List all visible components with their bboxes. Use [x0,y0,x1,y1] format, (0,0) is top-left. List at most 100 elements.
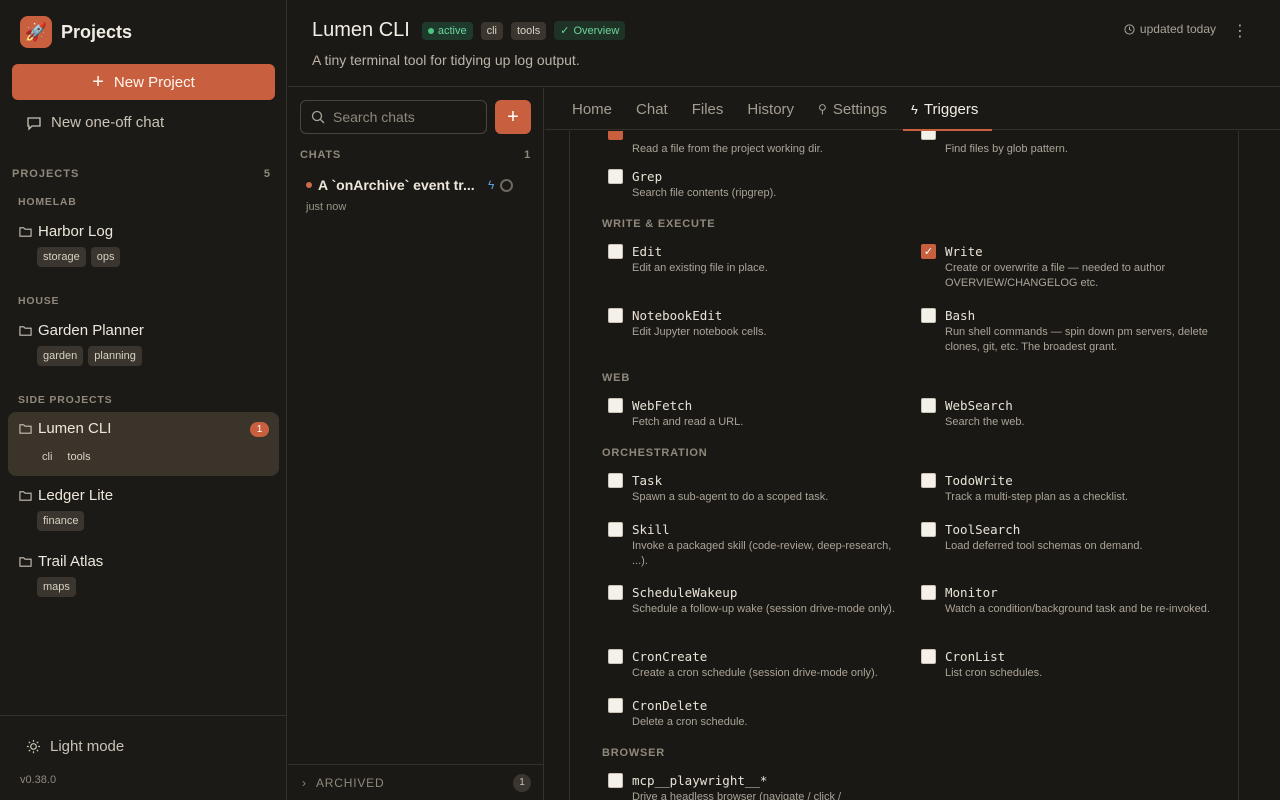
chats-count: 1 [524,149,531,161]
new-one-off-chat-label: New one-off chat [51,114,165,131]
permission-checkbox[interactable] [608,244,623,259]
folder-icon [19,326,32,336]
tab-settings[interactable]: ⚲ Settings [818,88,899,130]
more-options-icon[interactable]: ⋮ [1232,21,1248,41]
sidebar-footer: Light mode v0.38.0 [0,715,287,800]
search-box[interactable] [300,100,487,134]
permission-checkbox[interactable] [608,773,623,788]
sun-icon [26,739,41,754]
tab-triggers[interactable]: ϟ Triggers [903,88,993,131]
permission-name: CronDelete [632,698,708,713]
chats-heading: CHATS 1 [300,149,531,161]
permission-description: Invoke a packaged skill (code-review, de… [632,540,892,567]
permission-checkbox[interactable] [921,585,936,600]
permission-checkbox[interactable] [921,473,936,488]
triggers-panel: Read a file from the project working dir… [545,131,1280,800]
permission-checkbox[interactable] [608,308,623,323]
project-tag: ops [90,247,121,267]
permission-checkbox[interactable] [921,649,936,664]
permission-name: Write [945,244,983,259]
permission-checkbox[interactable] [608,169,623,184]
light-mode-label: Light mode [50,738,125,755]
permission-name: WebSearch [945,398,1013,413]
permission-description: Fetch and read a URL. [632,416,744,428]
chat-time: just now [306,201,347,213]
new-one-off-chat-button[interactable]: New one-off chat [26,114,164,131]
permission-checkbox[interactable] [921,398,936,413]
permission-checkbox[interactable] [608,522,623,537]
permission-checkbox[interactable] [608,398,623,413]
brand-title: Projects [61,21,133,42]
chats-panel: + CHATS 1 A `onArchive` event tr... ϟ ju… [288,88,544,800]
permission-checkbox[interactable] [608,473,623,488]
check-icon: ✓ [923,246,934,258]
check-icon: ✓ [560,25,570,37]
add-chat-button[interactable]: + [495,100,531,134]
group-title-house: HOUSE [18,295,60,307]
chat-list-item[interactable]: A `onArchive` event tr... ϟ just now [306,177,526,213]
light-mode-toggle[interactable]: Light mode [26,738,124,755]
permission-name: CronCreate [632,649,708,664]
group-title-homelab: HOMELAB [18,196,77,208]
permission-checkbox[interactable] [608,131,623,140]
permission-description: Schedule a follow-up wake (session drive… [632,603,895,615]
permission-description: Delete a cron schedule. [632,716,748,728]
permission-checkbox[interactable] [608,585,623,600]
category-orchestration: ORCHESTRATION [602,447,708,459]
tab-home[interactable]: Home [572,88,624,130]
permission-checkbox[interactable] [921,308,936,323]
tab-history[interactable]: History [747,88,806,130]
project-ledger-lite[interactable]: Ledger Lite finance [8,479,279,539]
plus-icon: + [92,71,104,93]
permission-checkbox[interactable] [608,698,623,713]
project-name: Trail Atlas [38,553,104,570]
project-name: Lumen CLI [38,420,112,437]
project-garden-planner[interactable]: Garden Planner garden planning [8,314,279,374]
permission-description: Track a multi-step plan as a checklist. [945,491,1128,503]
permission-description: Edit an existing file in place. [632,262,768,274]
permission-checkbox[interactable]: ✓ [921,244,936,259]
project-tag: planning [88,346,142,366]
permission-description: Search file contents (ripgrep). [632,187,777,199]
archived-label: ARCHIVED [316,775,385,790]
page-title: Lumen CLI [312,19,410,41]
folder-icon [19,424,32,434]
projects-heading: PROJECTS 5 [12,168,271,180]
group-title-side-projects: SIDE PROJECTS [18,394,113,406]
tab-chat[interactable]: Chat [636,88,680,130]
project-tag: maps [37,577,76,597]
permission-description: Read a file from the project working dir… [632,143,823,155]
status-dot-icon [427,27,434,34]
category-write-execute: WRITE & EXECUTE [602,218,716,230]
project-tag: cli [42,451,53,463]
search-input[interactable] [333,109,483,125]
permission-checkbox[interactable] [608,649,623,664]
chat-title: A `onArchive` event tr... [318,177,475,193]
bolt-icon: ϟ [911,101,918,117]
project-harbor-log[interactable]: Harbor Log storage ops [8,215,279,275]
plus-icon: + [507,105,519,128]
chat-bubble-icon [27,116,41,131]
archived-section-toggle[interactable]: › ARCHIVED 1 [288,764,543,800]
new-project-label: New Project [113,73,195,91]
chats-label: CHATS [300,149,342,161]
permission-name: Grep [632,169,663,184]
permission-checkbox[interactable] [921,131,936,140]
project-tag: finance [37,511,85,531]
bolt-icon: ϟ [488,178,495,192]
project-trail-atlas[interactable]: Trail Atlas maps [8,545,279,605]
project-lumen-cli[interactable]: Lumen CLI cli tools 1 [8,412,279,476]
new-project-button[interactable]: + New Project [12,64,275,100]
permission-description: Drive a headless browser (navigate / cli… [632,791,842,800]
tab-files[interactable]: Files [692,88,736,130]
project-header: Lumen CLI active cli tools ✓ Overview A t… [288,0,1280,87]
spinner-icon [500,178,514,192]
brand[interactable]: 🚀 Projects [20,16,132,48]
overview-badge[interactable]: ✓ Overview [554,21,626,40]
permission-name: CronList [945,649,1006,664]
permission-description: Find files by glob pattern. [945,143,1068,155]
category-web: WEB [602,372,631,384]
tab-label: Triggers [923,100,979,118]
permission-checkbox[interactable] [921,522,936,537]
project-name: Garden Planner [38,322,144,339]
